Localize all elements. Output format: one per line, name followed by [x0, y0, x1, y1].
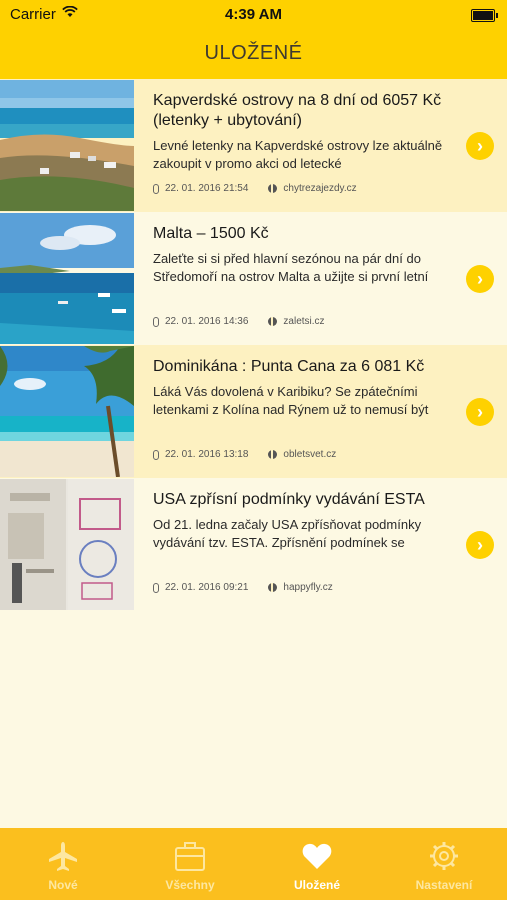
tab-label: Uložené [293, 878, 340, 892]
tab-nove[interactable]: Nové [0, 828, 126, 900]
tab-bar: Nové Všechny Uložené Nastavení [0, 828, 507, 900]
chevron-right-icon[interactable]: › [466, 398, 494, 426]
article-date: 22. 01. 2016 09:21 [165, 582, 249, 593]
airplane-icon [49, 842, 77, 871]
chevron-right-icon[interactable]: › [466, 132, 494, 160]
article-excerpt: Zaleťte si si před hlavní sezónou na pár… [153, 251, 429, 284]
tab-ulozene[interactable]: Uložené [254, 828, 380, 900]
tab-label: Nové [48, 878, 78, 892]
article-meta: 22. 01. 2016 13:18 obletsvet.cz [153, 449, 336, 460]
status-bar: Carrier 4:39 AM [0, 0, 507, 30]
article-thumbnail [0, 479, 134, 610]
chevron-right-icon[interactable]: › [466, 531, 494, 559]
article-meta: 22. 01. 2016 21:54 chytrezajezdy.cz [153, 183, 357, 194]
saved-articles-list: Kapverdské ostrovy na 8 dní od 6057 Kč (… [0, 79, 507, 611]
article-title: Kapverdské ostrovy na 8 dní od 6057 Kč (… [153, 92, 442, 129]
article-title: Dominikána : Punta Cana za 6 081 Kč [153, 358, 425, 375]
paperclip-icon [153, 582, 159, 593]
article-row[interactable]: Kapverdské ostrovy na 8 dní od 6057 Kč (… [0, 79, 507, 212]
tab-nastaveni[interactable]: Nastavení [381, 828, 507, 900]
article-title: USA zpřísní podmínky vydávání ESTA [153, 491, 425, 508]
article-row[interactable]: Malta – 1500 Kč Zaleťte si si před hlavn… [0, 212, 507, 345]
globe-icon [268, 317, 278, 326]
article-excerpt: Láká Vás dovolená v Karibiku? Se zpátečn… [153, 384, 429, 417]
heart-icon [302, 843, 332, 869]
page-title: ULOŽENÉ [204, 42, 303, 64]
article-source: zaletsi.cz [283, 316, 325, 327]
paperclip-icon [153, 183, 159, 194]
article-source: chytrezajezdy.cz [283, 183, 357, 194]
article-excerpt: Levné letenky na Kapverdské ostrovy lze … [153, 138, 443, 171]
gear-icon [430, 842, 458, 870]
article-date: 22. 01. 2016 13:18 [165, 449, 249, 460]
globe-icon [268, 450, 278, 459]
paperclip-icon [153, 316, 159, 327]
suitcase-icon [175, 842, 205, 871]
article-meta: 22. 01. 2016 14:36 zaletsi.cz [153, 316, 325, 327]
chevron-right-icon[interactable]: › [466, 265, 494, 293]
battery-icon [471, 9, 498, 22]
article-meta: 22. 01. 2016 09:21 happyfly.cz [153, 582, 333, 593]
clock-time: 4:39 AM [225, 6, 282, 23]
article-thumbnail [0, 213, 134, 344]
tab-label: Nastavení [415, 878, 473, 892]
article-source: happyfly.cz [283, 582, 333, 593]
article-excerpt: Od 21. ledna začaly USA zpřísňovat podmí… [153, 517, 422, 550]
article-source: obletsvet.cz [283, 449, 337, 460]
article-date: 22. 01. 2016 14:36 [165, 316, 249, 327]
article-date: 22. 01. 2016 21:54 [165, 183, 249, 194]
article-thumbnail [0, 80, 134, 211]
article-row[interactable]: USA zpřísní podmínky vydávání ESTA Od 21… [0, 478, 507, 611]
tab-label: Všechny [165, 878, 215, 892]
globe-icon [268, 184, 278, 193]
article-title: Malta – 1500 Kč [153, 225, 269, 242]
tab-vsechny[interactable]: Všechny [127, 828, 253, 900]
article-thumbnail [0, 346, 134, 477]
article-row[interactable]: Dominikána : Punta Cana za 6 081 Kč Láká… [0, 345, 507, 478]
globe-icon [268, 583, 278, 592]
paperclip-icon [153, 449, 159, 460]
nav-bar: ULOŽENÉ [0, 30, 507, 79]
